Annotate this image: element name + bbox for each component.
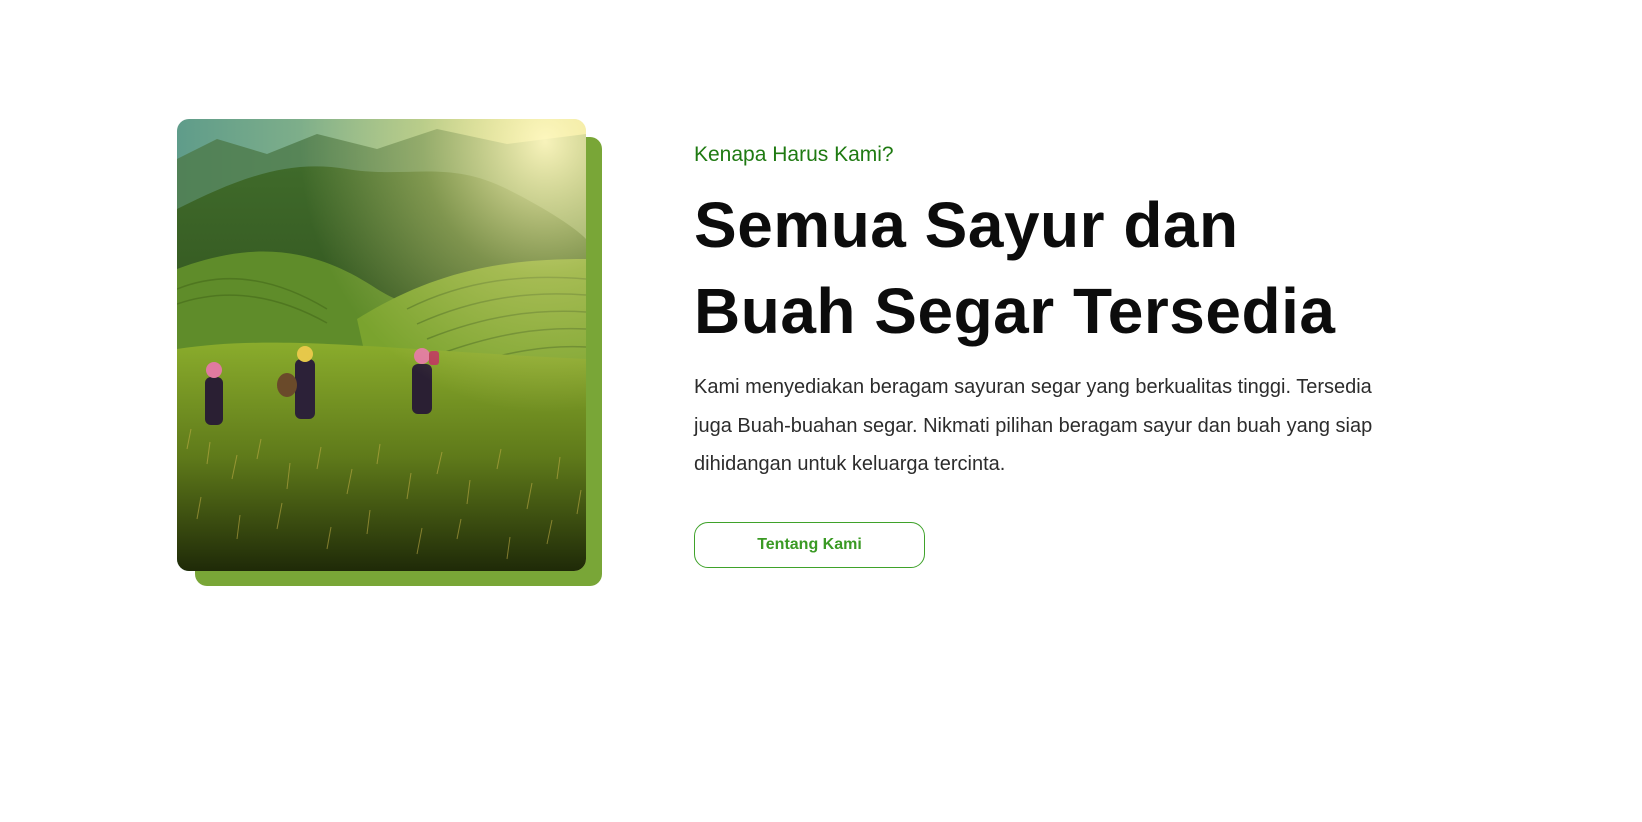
section-description: Kami menyediakan beragam sayuran segar y…	[694, 376, 1373, 475]
why-us-section: Kenapa Harus Kami? Semua Sayur dan Buah …	[0, 0, 1642, 822]
text-block: Kenapa Harus Kami? Semua Sayur dan Buah …	[694, 140, 1394, 568]
section-headline: Semua Sayur dan Buah Segar Tersedia	[694, 182, 1394, 354]
headline-line-2: Buah Segar Tersedia	[694, 275, 1336, 347]
about-us-button[interactable]: Tentang Kami	[694, 521, 925, 568]
headline-line-1: Semua Sayur dan	[694, 189, 1239, 261]
rice-terrace-illustration	[177, 119, 586, 571]
image-block	[177, 119, 602, 586]
rice-terrace-photo	[177, 119, 586, 571]
section-eyebrow: Kenapa Harus Kami?	[694, 143, 894, 166]
